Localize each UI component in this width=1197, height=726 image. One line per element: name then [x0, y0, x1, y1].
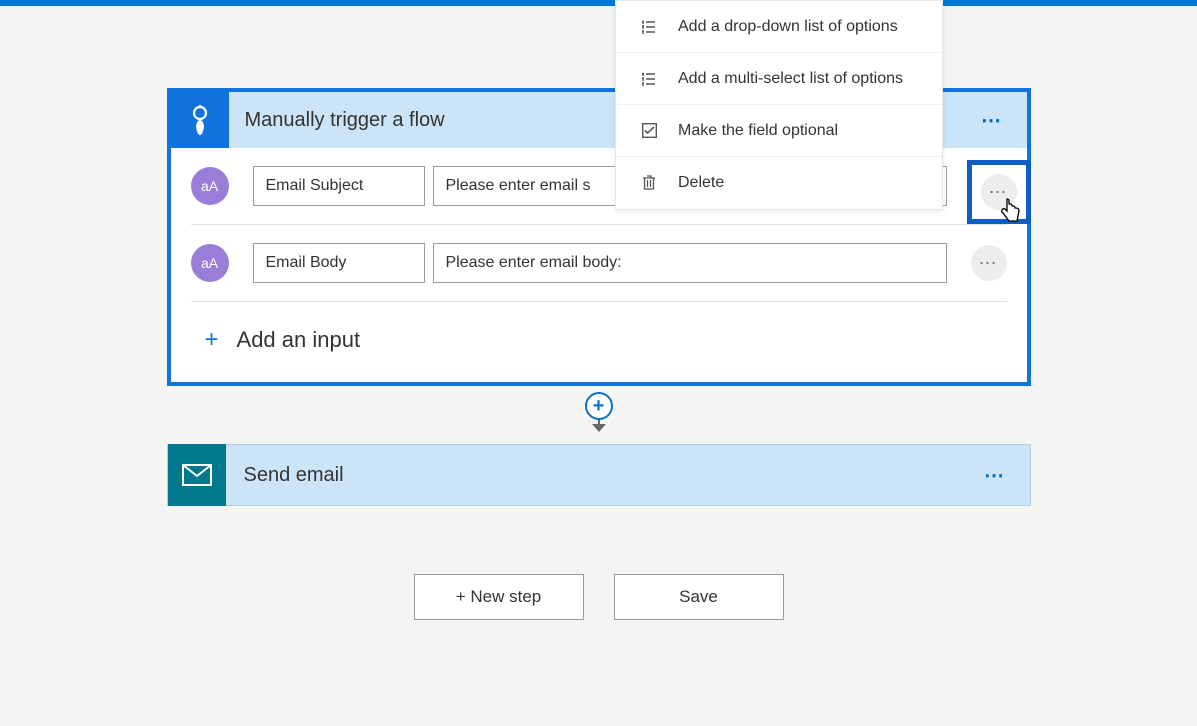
add-input-label: Add an input — [237, 327, 361, 353]
add-input-button[interactable]: + Add an input — [171, 302, 1027, 382]
checkbox-icon — [638, 123, 660, 138]
menu-item-make-optional[interactable]: Make the field optional — [616, 105, 942, 157]
input-value-field[interactable]: Please enter email body: — [433, 243, 947, 283]
menu-item-delete[interactable]: Delete — [616, 157, 942, 209]
list-numbered-icon — [638, 71, 660, 87]
trigger-icon — [171, 92, 229, 148]
menu-item-label: Delete — [678, 174, 724, 192]
menu-item-dropdown-list[interactable]: Add a drop-down list of options — [616, 1, 942, 53]
trash-icon — [638, 175, 660, 191]
footer-buttons: + New step Save — [85, 574, 1113, 620]
highlighted-input-more: ⋯ — [967, 160, 1031, 224]
mail-icon — [168, 444, 226, 506]
action-more-button[interactable]: ⋯ — [976, 455, 1016, 495]
connector: + — [584, 386, 614, 436]
action-card[interactable]: Send email ⋯ — [167, 444, 1031, 506]
add-step-circle-button[interactable]: + — [585, 392, 613, 420]
input-label-field[interactable]: Email Body — [253, 243, 425, 283]
flow-canvas: Manually trigger a flow ⋯ aA Email Subje… — [85, 0, 1113, 620]
menu-item-label: Add a multi-select list of options — [678, 70, 903, 88]
input-row: aA Email Body Please enter email body: ⋯ — [171, 225, 1027, 301]
action-title: Send email — [226, 464, 976, 487]
input-more-button[interactable]: ⋯ — [971, 245, 1007, 281]
cursor-hand-icon — [998, 197, 1022, 221]
text-input-icon: aA — [191, 244, 229, 282]
menu-item-label: Make the field optional — [678, 122, 838, 140]
save-button[interactable]: Save — [614, 574, 784, 620]
text-input-icon: aA — [191, 167, 229, 205]
new-step-button[interactable]: + New step — [414, 574, 584, 620]
plus-icon: + — [205, 326, 219, 354]
menu-item-label: Add a drop-down list of options — [678, 18, 898, 36]
input-label-field[interactable]: Email Subject — [253, 166, 425, 206]
arrow-down-icon — [592, 424, 606, 432]
menu-item-multiselect-list[interactable]: Add a multi-select list of options — [616, 53, 942, 105]
list-numbered-icon — [638, 19, 660, 35]
field-context-menu: Add a drop-down list of options Add a mu… — [615, 0, 943, 210]
trigger-more-button[interactable]: ⋯ — [973, 100, 1013, 140]
